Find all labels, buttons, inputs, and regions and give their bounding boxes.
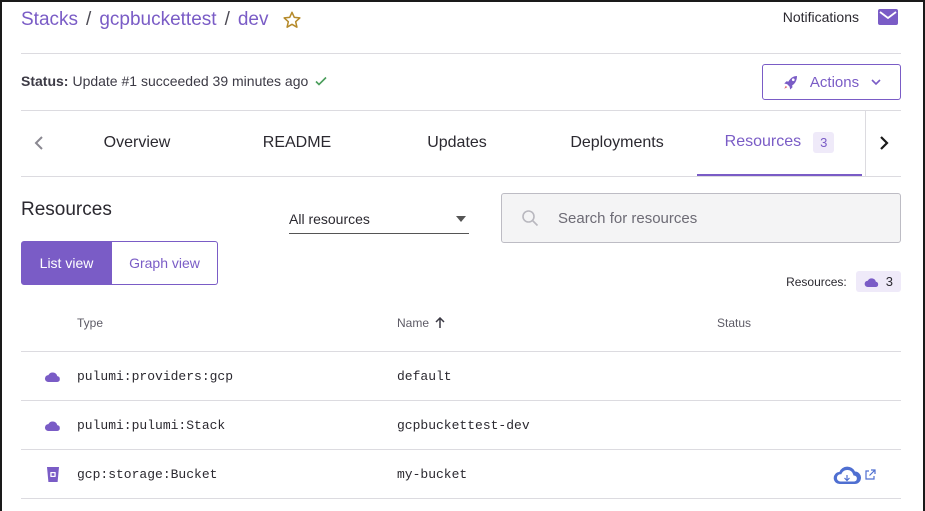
tab-overview[interactable]: Overview	[77, 110, 197, 176]
notifications-button[interactable]: Notifications	[783, 9, 898, 25]
list-view-button[interactable]: List view	[21, 241, 112, 285]
resource-type: gcp:storage:Bucket	[77, 467, 218, 482]
divider	[21, 176, 901, 177]
mail-icon	[878, 9, 898, 25]
resource-type: pulumi:providers:gcp	[77, 369, 234, 384]
breadcrumb-separator: /	[224, 9, 230, 30]
resource-filter-value: All resources	[289, 211, 370, 227]
resource-filter-select[interactable]: All resources	[289, 205, 469, 234]
column-header-name[interactable]: Name	[397, 316, 445, 330]
resource-count-badge: 3	[855, 271, 901, 292]
column-header-status[interactable]: Status	[717, 316, 751, 330]
resource-search-box	[501, 193, 901, 243]
breadcrumb-project[interactable]: gcpbuckettest	[99, 9, 216, 31]
search-icon	[521, 209, 539, 227]
resource-type: pulumi:pulumi:Stack	[77, 418, 226, 433]
notifications-label: Notifications	[782, 9, 859, 25]
star-icon[interactable]	[282, 10, 302, 30]
status-text: Update #1 succeeded 39 minutes ago	[72, 73, 309, 89]
tab-deployments[interactable]: Deployments	[557, 110, 677, 176]
cloud-console-icon[interactable]	[833, 465, 861, 485]
caret-down-icon	[456, 216, 466, 222]
resource-name[interactable]: default	[397, 352, 452, 401]
stack-status: Status: Update #1 succeeded 39 minutes a…	[21, 73, 328, 89]
column-header-name-label: Name	[397, 316, 430, 330]
resource-status-icons	[833, 450, 876, 499]
view-toggle: List view Graph view	[21, 241, 218, 285]
chevron-right-icon	[879, 135, 889, 151]
breadcrumb-stack[interactable]: dev	[238, 9, 269, 31]
cloud-icon	[44, 352, 61, 401]
actions-button[interactable]: Actions	[762, 64, 901, 100]
divider	[21, 53, 901, 54]
cloud-icon	[44, 401, 61, 450]
chevron-down-icon	[871, 78, 881, 86]
tab-resources-count-badge: 3	[813, 131, 835, 153]
tab-resources[interactable]: Resources 3	[697, 110, 862, 176]
bucket-icon	[47, 450, 59, 499]
resource-count: Resources: 3	[786, 271, 901, 292]
breadcrumb-stacks[interactable]: Stacks	[21, 9, 78, 31]
breadcrumb-separator: /	[86, 9, 92, 30]
tab-readme[interactable]: README	[237, 110, 357, 176]
column-header-type[interactable]: Type	[77, 316, 103, 330]
table-row[interactable]: pulumi:providers:gcp default	[21, 351, 901, 400]
tabs-scroll-left-button[interactable]	[21, 110, 57, 176]
resource-count-value: 3	[885, 274, 893, 289]
table-row[interactable]: gcp:storage:Bucket my-bucket	[21, 449, 901, 498]
resource-count-label: Resources:	[786, 274, 847, 289]
breadcrumb: Stacks / gcpbuckettest / dev	[21, 9, 302, 31]
divider	[21, 498, 901, 499]
tab-bar: Overview README Updates Deployments Reso…	[21, 110, 901, 176]
sort-ascending-icon	[435, 317, 445, 329]
rocket-icon	[782, 73, 800, 91]
external-link-icon[interactable]	[864, 468, 876, 481]
resource-name[interactable]: my-bucket	[397, 450, 467, 499]
check-icon	[314, 74, 328, 88]
cloud-icon	[864, 277, 879, 287]
chevron-left-icon	[34, 135, 44, 151]
status-label: Status:	[21, 73, 69, 89]
graph-view-button[interactable]: Graph view	[112, 241, 218, 285]
resource-name[interactable]: gcpbuckettest-dev	[397, 401, 530, 450]
tab-updates[interactable]: Updates	[397, 110, 517, 176]
table-row[interactable]: pulumi:pulumi:Stack gcpbuckettest-dev	[21, 400, 901, 449]
resources-heading: Resources	[21, 199, 112, 220]
search-input[interactable]	[558, 209, 878, 227]
tab-resources-label: Resources	[724, 133, 802, 150]
tabs-scroll-right-button[interactable]	[865, 110, 901, 176]
actions-label: Actions	[809, 73, 860, 91]
